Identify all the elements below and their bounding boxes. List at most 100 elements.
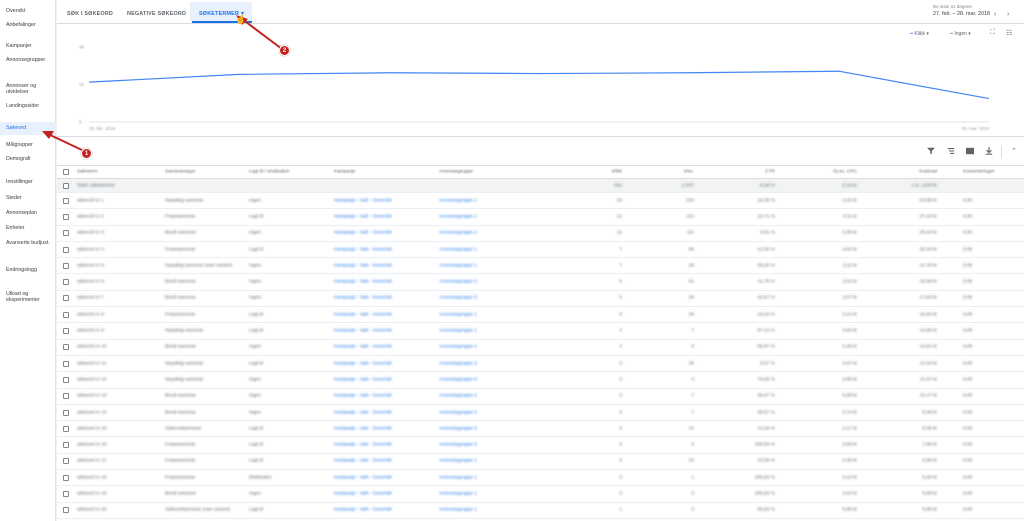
table-cell[interactable]: Annonsegruppe 2 — [439, 231, 477, 236]
table-cell[interactable]: Kampanje - Søk - Generisk — [334, 377, 392, 382]
table-cell[interactable]: Annonsegruppe 1 — [439, 263, 477, 268]
table-cell[interactable]: Annonsegruppe 1 — [439, 214, 477, 219]
table-cell[interactable]: Annonsegruppe 3 — [439, 361, 477, 366]
sidebar-item-drafts-experiments[interactable]: Utkast og eksperimenter — [6, 291, 54, 303]
table-row[interactable]: søkeord nr 17 Frasesamsvar Lagt til Kampanj… — [57, 453, 1024, 471]
table-cell[interactable]: Kampanje - Søk - Generisk — [334, 312, 392, 317]
table-cell[interactable]: Kampanje - Søk - Generisk — [334, 247, 392, 252]
table-row[interactable]: søkeord nr 14 Bredt samsvar Ingen Kampanje … — [57, 404, 1024, 422]
table-cell[interactable]: Annonsegruppe 3 — [439, 296, 477, 301]
sidebar-item-ad-groups[interactable]: Annonsegrupper — [6, 57, 54, 63]
table-cell[interactable]: Kampanje - Søk - Generisk — [334, 394, 392, 399]
table-row[interactable]: søkeord nr 13 Bredt samsvar Ingen Kampanje … — [57, 388, 1024, 405]
chart-settings-icon[interactable]: ☷ — [1006, 29, 1012, 37]
row-checkbox[interactable] — [63, 279, 69, 286]
table-cell[interactable]: Annonsegruppe 1 — [439, 475, 477, 480]
collapse-icon[interactable]: ⌃ — [1011, 147, 1017, 155]
table-row[interactable]: søkeord nr 19 Bredt samsvar Ingen Kampanje … — [57, 486, 1024, 503]
table-row[interactable]: søkeord nr 15 Søkeordsamsvar Lagt til Kampa… — [57, 421, 1024, 438]
sidebar-item-landing-pages[interactable]: Landingssider — [6, 103, 54, 109]
row-checkbox[interactable] — [63, 197, 69, 204]
table-cell[interactable]: Kampanje - Søk - Generisk — [334, 410, 392, 415]
filter-icon[interactable] — [927, 147, 935, 155]
columns-icon[interactable] — [966, 147, 974, 155]
table-row[interactable]: søkeord nr 4 Frasesamsvar Lagt til Kampanje… — [57, 241, 1024, 259]
row-checkbox[interactable] — [63, 425, 69, 432]
table-cell[interactable]: Annonsegruppe 4 — [439, 345, 477, 350]
table-row[interactable]: søkeord nr 12 Nøyaktig samsvar Ingen Kampan… — [57, 372, 1024, 389]
row-checkbox[interactable] — [63, 474, 69, 481]
tab-keyword-search[interactable]: SØK I SØKEORD — [67, 11, 113, 17]
table-row[interactable]: søkeord nr 8 Frasesamsvar Lagt til Kampanje… — [57, 307, 1024, 324]
chevron-left-icon[interactable]: ‹ — [994, 11, 996, 18]
table-cell[interactable]: Annonsegruppe 1 — [439, 491, 477, 496]
row-checkbox[interactable] — [63, 182, 69, 189]
tab-negative-keywords[interactable]: NEGATIVE SØKEORD — [127, 11, 186, 17]
row-checkbox[interactable] — [63, 311, 69, 318]
sidebar-item-campaigns[interactable]: Kampanjer — [6, 43, 54, 49]
sidebar-item-ads-extensions[interactable]: Annonser og utvidelser — [6, 83, 54, 95]
table-cell[interactable]: Annonsegruppe 1 — [439, 198, 477, 203]
table-cell[interactable]: Annonsegruppe 1 — [439, 459, 477, 464]
table-total-row[interactable]: Total: Søketermer 341 1 527 8,28 % 2,13 kr 1 … — [57, 179, 1024, 193]
table-cell[interactable]: Kampanje - Søk - Generisk — [334, 443, 392, 448]
table-cell[interactable]: Annonsegruppe 3 — [439, 443, 477, 448]
row-checkbox[interactable] — [63, 360, 69, 367]
table-cell[interactable]: Kampanje - Søk - Generisk — [334, 426, 392, 431]
sidebar-item-change-history[interactable]: Endringslogg — [6, 267, 54, 273]
table-cell[interactable]: Annonsegruppe 1 — [439, 312, 477, 317]
table-cell[interactable]: Annonsegruppe 5 — [439, 377, 477, 382]
table-cell[interactable]: Kampanje - Søk - Generisk — [334, 345, 392, 350]
row-checkbox[interactable] — [63, 262, 69, 269]
table-cell[interactable]: Kampanje - Søk - Generisk — [334, 329, 392, 334]
row-checkbox[interactable] — [63, 507, 69, 514]
chevron-right-icon[interactable]: › — [1007, 11, 1009, 18]
legend-metric-1[interactable]: ━ Klikk ▾ — [910, 31, 929, 37]
row-checkbox[interactable] — [63, 230, 69, 237]
table-cell[interactable]: Kampanje - Søk - Generisk — [334, 231, 392, 236]
table-cell[interactable]: Kampanje - Søk - Generisk — [334, 263, 392, 268]
row-checkbox[interactable] — [63, 169, 69, 175]
table-cell[interactable]: Annonsegruppe 1 — [439, 247, 477, 252]
row-checkbox[interactable] — [63, 246, 69, 253]
sidebar-item-devices[interactable]: Enheter — [6, 225, 54, 231]
table-row[interactable]: søkeord nr 9 Nøyaktig samsvar Lagt til Kamp… — [57, 323, 1024, 340]
table-cell[interactable]: Kampanje - Søk - Generisk — [334, 361, 392, 366]
table-cell[interactable]: Kampanje - Søk - Generisk — [334, 280, 392, 285]
sidebar-item-advanced-bid-adj[interactable]: Avanserte budjust. — [6, 240, 54, 246]
table-cell[interactable]: Annonsegruppe 1 — [439, 329, 477, 334]
sidebar-item-locations[interactable]: Steder — [6, 195, 54, 201]
segment-icon[interactable] — [947, 147, 955, 155]
download-icon[interactable] — [985, 147, 993, 155]
table-row[interactable]: søkeord nr 1 Nøyaktig samsvar Ingen Kampanj… — [57, 193, 1024, 210]
table-cell[interactable]: Kampanje - Søk - Generisk — [334, 459, 392, 464]
date-range-picker[interactable]: De siste 31 dagene 27. feb. – 28. mar. 2… — [933, 4, 990, 17]
row-checkbox[interactable] — [63, 442, 69, 449]
table-row[interactable]: søkeord nr 3 Bredt samsvar Ingen Kampanje -… — [57, 225, 1024, 242]
table-cell[interactable]: Annonsegruppe 2 — [439, 410, 477, 415]
sidebar-item-overview[interactable]: Oversikt — [6, 8, 54, 14]
table-cell[interactable]: Kampanje - Søk - Generisk — [334, 198, 392, 203]
row-checkbox[interactable] — [63, 344, 69, 351]
sidebar-item-settings[interactable]: Innstillinger — [6, 179, 54, 185]
table-cell[interactable]: Kampanje - Søk - Generisk — [334, 508, 392, 513]
table-row[interactable]: søkeord nr 6 Bredt samsvar Ingen Kampanje -… — [57, 274, 1024, 291]
table-row[interactable]: søkeord nr 7 Bredt samsvar Ingen Kampanje -… — [57, 290, 1024, 308]
table-row[interactable]: søkeord nr 10 Bredt samsvar Ingen Kampanje … — [57, 339, 1024, 356]
legend-metric-2[interactable]: ━ Ingen ▾ — [950, 31, 971, 37]
table-row[interactable]: søkeord nr 16 Frasesamsvar Lagt til Kampanj… — [57, 437, 1024, 454]
row-checkbox[interactable] — [63, 458, 69, 465]
sidebar-item-ad-schedule[interactable]: Annonseplan — [6, 210, 54, 216]
table-cell[interactable]: Kampanje - Søk - Generisk — [334, 491, 392, 496]
table-header-row[interactable]: Søketerm Samsvarstype Lagt til / ekskluder… — [57, 166, 1024, 179]
sidebar-item-recommendations[interactable]: Anbefalinger — [6, 22, 54, 28]
table-row[interactable]: søkeord nr 11 Nøyaktig samsvar Lagt til Kam… — [57, 355, 1024, 373]
table-cell[interactable]: Annonsegruppe 1 — [439, 508, 477, 513]
row-checkbox[interactable] — [63, 295, 69, 302]
table-row[interactable]: søkeord nr 5 Nøyaktig samsvar (nær varian… — [57, 258, 1024, 275]
row-checkbox[interactable] — [63, 213, 69, 220]
table-cell[interactable]: Kampanje - Søk - Generisk — [334, 296, 392, 301]
row-checkbox[interactable] — [63, 328, 69, 335]
table-row[interactable]: søkeord nr 20 Søkeordsamsvar (nær variant… — [57, 502, 1024, 519]
row-checkbox[interactable] — [63, 376, 69, 383]
